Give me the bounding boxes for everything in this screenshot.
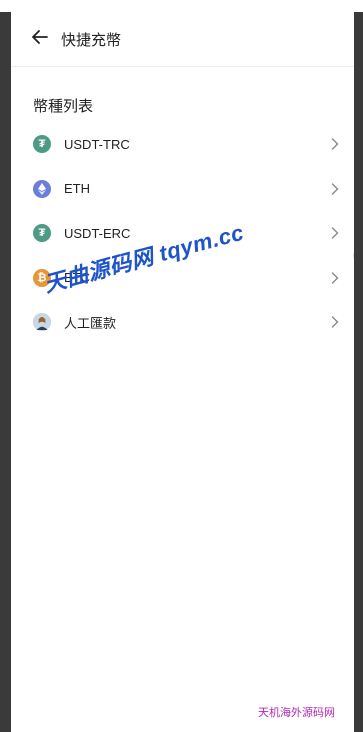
coin-label: BTC [64,270,90,286]
chevron-right-icon [330,137,340,151]
coin-label: ETH [64,181,90,197]
bitcoin-icon: ₿ [33,268,51,287]
tether-icon: ₮ [33,224,51,243]
tether-icon: ₮ [33,135,51,154]
chevron-right-icon [330,182,340,196]
coin-label: 人工匯款 [64,315,117,331]
coin-label: USDT-TRC [64,136,130,152]
page-title: 快捷充幣 [61,31,122,49]
coin-list: ₮ USDT-TRC ETH ₮ USDT-ERC ₿ BTC 人工匯款 [11,122,354,345]
chevron-right-icon [330,271,340,285]
chevron-right-icon [330,226,340,240]
coin-row-btc[interactable]: ₿ BTC [11,256,354,301]
agent-avatar-icon [33,313,51,332]
ethereum-icon [33,179,51,198]
chevron-right-icon [330,315,340,329]
coin-row-manual-remittance[interactable]: 人工匯款 [11,300,354,345]
app-screen: 快捷充幣 幣種列表 ₮ USDT-TRC ETH ₮ USDT-ERC ₿ BT… [11,12,354,732]
footer-watermark: 天机海外源码网 [258,706,335,719]
coin-row-usdt-erc[interactable]: ₮ USDT-ERC [11,211,354,256]
coin-label: USDT-ERC [64,225,131,241]
arrow-left-icon [32,29,48,49]
status-bar-area [0,0,363,12]
coin-row-eth[interactable]: ETH [11,167,354,212]
back-button[interactable] [29,28,51,50]
app-header: 快捷充幣 [11,12,354,67]
coin-row-usdt-trc[interactable]: ₮ USDT-TRC [11,122,354,167]
section-title: 幣種列表 [33,98,94,115]
